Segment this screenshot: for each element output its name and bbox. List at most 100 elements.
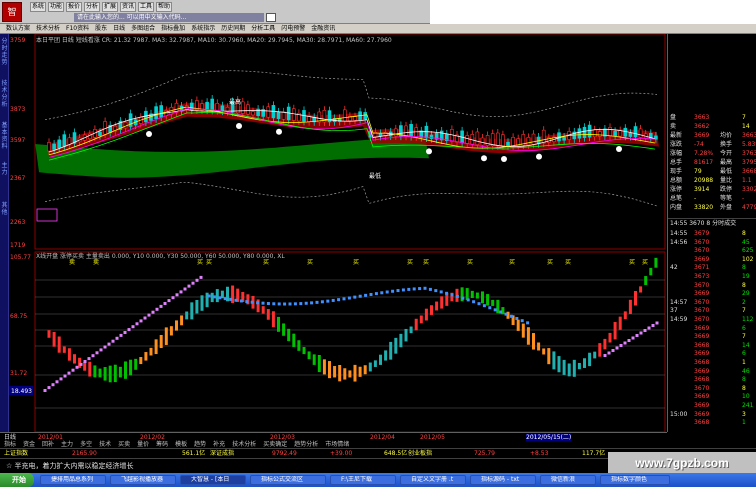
search-go-button[interactable] bbox=[266, 13, 276, 22]
top-button[interactable]: 分析 bbox=[84, 2, 100, 12]
taskbar-item[interactable]: 捷排用品总系列 bbox=[40, 475, 106, 485]
indicator-square bbox=[603, 354, 607, 357]
indicator-bar bbox=[435, 301, 439, 311]
top-button[interactable]: 扩展 bbox=[102, 2, 118, 12]
indicator-dot bbox=[520, 319, 524, 323]
taskbar-item[interactable]: F:\王尼下载 bbox=[330, 475, 396, 485]
candle-body bbox=[465, 135, 470, 144]
news-text[interactable]: ☆ 半充电，着力扩大内需以稳定经济增长 bbox=[6, 461, 134, 471]
menu-item[interactable]: 日线 bbox=[113, 24, 125, 33]
indicator-square bbox=[647, 326, 651, 330]
quote-row: 最新 3669 均价 3663 bbox=[668, 132, 756, 140]
quote-label: 等笔 bbox=[720, 195, 733, 202]
top-button[interactable]: 系统 bbox=[30, 2, 46, 12]
taskbar-item[interactable]: 微信新浪 bbox=[540, 475, 596, 485]
ticks-header: 14:55 3670 8 分时成交 bbox=[670, 220, 737, 227]
tick-price: 3673 bbox=[694, 273, 710, 280]
left-tab[interactable]: 主力 bbox=[1, 162, 8, 176]
indicator-dot bbox=[445, 291, 449, 295]
indicator-bar bbox=[537, 342, 541, 351]
tick-row: 3669 10 bbox=[668, 393, 756, 401]
indicator-dot bbox=[266, 302, 270, 306]
menu-item[interactable]: 金融资讯 bbox=[311, 24, 335, 33]
taskbar-item[interactable]: 自定义文字册 .t bbox=[400, 475, 466, 485]
tick-volume: 6 bbox=[742, 350, 746, 358]
indicator-square bbox=[143, 316, 147, 320]
quote-label: 卖 bbox=[670, 123, 677, 130]
indicator-dot bbox=[288, 302, 292, 306]
top-button[interactable]: 功能 bbox=[48, 2, 64, 12]
taskbar-item[interactable]: 大智慧 - [本日 bbox=[180, 475, 246, 485]
menu-item[interactable]: 闪电预警 bbox=[281, 24, 305, 33]
menu-item[interactable]: 分析工具 bbox=[251, 24, 275, 33]
menu-item[interactable]: 指标叠加 bbox=[161, 24, 185, 33]
quote-label: 最高 bbox=[720, 159, 733, 166]
indicator-bar bbox=[149, 347, 153, 356]
left-tab[interactable]: 其他 bbox=[1, 202, 8, 216]
start-button[interactable]: 开始 bbox=[0, 473, 34, 487]
indicator-square bbox=[651, 324, 655, 327]
left-tab[interactable]: 技术分析 bbox=[1, 80, 8, 108]
quote-label: 总笔 bbox=[670, 195, 683, 202]
period-label[interactable]: 日线 bbox=[4, 434, 16, 441]
tick-volume: 8 bbox=[742, 264, 746, 272]
left-tab[interactable]: 分时走势 bbox=[1, 38, 8, 66]
tick-volume: 8 bbox=[742, 376, 746, 384]
indicator-bar bbox=[608, 332, 612, 343]
quote-label: 总手 bbox=[670, 159, 683, 166]
tick-price: 3670 bbox=[694, 247, 710, 255]
menu-item[interactable]: F10资料 bbox=[66, 24, 89, 33]
date-label: 2012/05/15(二) bbox=[526, 434, 572, 441]
menu-item[interactable]: 技术分析 bbox=[36, 24, 60, 33]
indicator-bar bbox=[593, 351, 597, 359]
indicator-dot bbox=[299, 302, 303, 306]
indicator-bar bbox=[129, 359, 133, 376]
tick-row: 3669 6 bbox=[668, 350, 756, 358]
menu-item[interactable]: 数认方案 bbox=[6, 24, 30, 33]
indicator-bar bbox=[577, 362, 581, 370]
indicator-bar bbox=[78, 357, 82, 368]
tick-price: 3668 bbox=[694, 359, 710, 366]
indicator-dot bbox=[380, 291, 384, 295]
top-button[interactable]: 报价 bbox=[66, 2, 82, 12]
candle-body bbox=[592, 129, 597, 138]
indicator-bar bbox=[389, 341, 393, 360]
indicator-bar bbox=[430, 305, 433, 315]
indicator-square bbox=[639, 331, 643, 335]
quote-value: 3302 bbox=[742, 186, 756, 193]
menu-item[interactable]: 多图组合 bbox=[131, 24, 155, 33]
candle-body bbox=[210, 98, 214, 111]
indicator-square bbox=[139, 319, 143, 323]
left-tab[interactable]: 基本资料 bbox=[1, 122, 8, 150]
kline-chart[interactable]: 3759 3873 3597 2367 2263 1719 105.77 68.75 31.72… bbox=[9, 33, 667, 433]
quote-row: 卖 3662 14 bbox=[668, 123, 756, 131]
search-input[interactable]: 请在此输入您的... 可以用中文输入代码... bbox=[74, 13, 264, 22]
indicator-bar bbox=[572, 359, 576, 377]
menu-item[interactable]: 历史同期 bbox=[221, 24, 245, 33]
top-button[interactable]: 帮助 bbox=[156, 2, 172, 12]
tick-volume: 112 bbox=[742, 316, 754, 323]
tick-row: 3670 8 bbox=[668, 282, 756, 290]
top-button[interactable]: 资讯 bbox=[120, 2, 136, 12]
kline-chart-area[interactable]: 3759 3873 3597 2367 2263 1719 105.77 68.75 31.72… bbox=[9, 33, 667, 433]
indicator-dot bbox=[250, 300, 254, 304]
signal-dot bbox=[276, 128, 282, 135]
taskbar-item[interactable]: 指标源码 - txt bbox=[470, 475, 536, 485]
taskbar-item[interactable]: 飞越影视播放器 bbox=[110, 475, 176, 485]
indicator-bar bbox=[215, 289, 219, 303]
tick-time: 42 bbox=[670, 264, 678, 272]
indicator-dot bbox=[342, 297, 346, 301]
top-button[interactable]: 工具 bbox=[138, 2, 154, 12]
taskbar-item[interactable]: 指标数字颜色 bbox=[600, 475, 670, 485]
indicator-dot bbox=[369, 292, 373, 296]
indicator-bar bbox=[399, 333, 403, 348]
menu-item[interactable]: 股东 bbox=[95, 24, 107, 33]
quote-value: 7.28% bbox=[694, 150, 714, 157]
indicator-bar bbox=[465, 288, 469, 300]
quote-value: -74 bbox=[694, 141, 704, 148]
indicator-bar bbox=[542, 348, 546, 355]
indicator-square bbox=[147, 313, 151, 317]
taskbar-item[interactable]: 指标公式交流区 bbox=[250, 475, 326, 485]
menu-item[interactable]: 系统指示 bbox=[191, 24, 215, 33]
indicator-dot bbox=[396, 289, 400, 293]
